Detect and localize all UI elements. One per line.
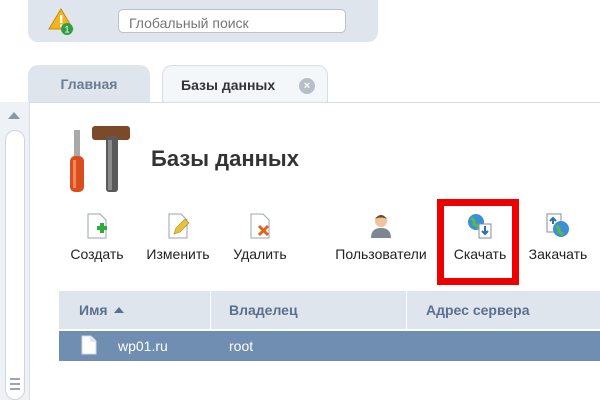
scroll-up-arrow-icon[interactable] — [8, 112, 20, 119]
page-title: Базы данных — [151, 146, 299, 171]
column-divider[interactable] — [406, 291, 407, 329]
users-button[interactable]: Пользователи — [329, 212, 433, 262]
close-icon[interactable]: × — [299, 78, 315, 94]
column-header-server[interactable]: Адрес сервера — [426, 291, 530, 329]
scroll-track[interactable] — [5, 130, 25, 400]
global-search-input[interactable] — [118, 9, 346, 33]
delete-button[interactable]: Удалить — [228, 212, 292, 262]
column-header-owner-label: Владелец — [229, 302, 298, 318]
tab-databases-label: Базы данных — [181, 77, 276, 93]
delete-label: Удалить — [233, 246, 287, 262]
column-header-name-label: Имя — [79, 302, 108, 318]
tools-icon — [70, 126, 130, 192]
warning-icon[interactable]: 1 — [48, 7, 78, 37]
scroll-grip-icon[interactable] — [10, 378, 20, 392]
database-file-icon — [81, 335, 97, 355]
row-name-cell: wp01.ru — [118, 338, 168, 354]
scrollbar[interactable] — [0, 102, 30, 400]
upload-label: Закачать — [528, 246, 588, 262]
edit-button[interactable]: Изменить — [142, 212, 214, 262]
column-header-name[interactable]: Имя — [79, 291, 124, 329]
sort-asc-icon — [113, 307, 124, 313]
create-icon — [87, 213, 107, 239]
column-header-owner[interactable]: Владелец — [229, 291, 298, 329]
edit-label: Изменить — [146, 246, 210, 262]
tab-home[interactable]: Главная — [28, 65, 150, 103]
users-icon — [371, 215, 391, 238]
warning-badge: 1 — [64, 25, 69, 35]
table-header: Имя Владелец Адрес сервера — [59, 291, 600, 329]
tab-strip: Главная Базы данных × — [0, 65, 600, 103]
table-row[interactable]: wp01.ru root — [59, 331, 600, 361]
upload-button[interactable]: Закачать — [523, 212, 593, 262]
column-header-server-label: Адрес сервера — [426, 302, 530, 318]
download-highlight-box — [437, 199, 519, 285]
create-label: Создать — [70, 246, 124, 262]
column-divider[interactable] — [210, 291, 211, 329]
tab-databases[interactable]: Базы данных × — [162, 65, 328, 103]
edit-icon — [168, 213, 190, 239]
delete-icon — [250, 213, 270, 239]
users-label: Пользователи — [335, 246, 427, 262]
create-button[interactable]: Создать — [64, 212, 130, 262]
tab-home-label: Главная — [60, 76, 118, 92]
upload-icon — [546, 213, 569, 237]
row-owner-cell: root — [229, 338, 254, 354]
